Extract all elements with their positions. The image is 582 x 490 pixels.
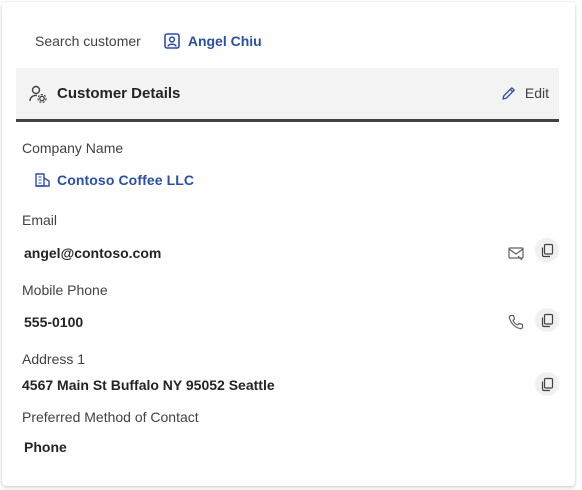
section-header: Customer Details Edit <box>16 68 559 122</box>
copy-icon <box>541 313 553 327</box>
company-link[interactable]: Contoso Coffee LLC <box>34 171 194 188</box>
preferred-contact-label: Preferred Method of Contact <box>22 409 199 425</box>
copy-icon <box>541 243 553 257</box>
preferred-contact-value: Phone <box>24 439 67 455</box>
customer-name: Angel Chiu <box>187 33 262 49</box>
contact-card-icon <box>164 33 180 49</box>
address-value: 4567 Main St Buffalo NY 95052 Seattle <box>22 377 275 393</box>
search-customer-label: Search customer <box>35 33 141 49</box>
email-label: Email <box>22 212 58 228</box>
pencil-icon <box>502 86 515 100</box>
address-label: Address 1 <box>22 351 86 367</box>
building-icon <box>35 173 50 187</box>
phone-call-icon[interactable] <box>507 313 525 331</box>
section-title: Customer Details <box>57 85 181 102</box>
copy-address-button[interactable] <box>535 372 559 396</box>
email-value: angel@contoso.com <box>24 245 162 261</box>
copy-email-button[interactable] <box>535 238 559 262</box>
company-name-value: Contoso Coffee LLC <box>57 171 195 188</box>
copy-icon <box>541 377 553 391</box>
send-mail-icon[interactable] <box>507 244 525 262</box>
mobile-phone-value: 555-0100 <box>24 314 84 330</box>
mobile-phone-label: Mobile Phone <box>22 282 108 298</box>
edit-label: Edit <box>524 85 549 101</box>
person-settings-icon <box>29 85 47 104</box>
edit-button[interactable]: Edit <box>500 83 549 103</box>
copy-phone-button[interactable] <box>535 308 559 332</box>
company-name-label: Company Name <box>22 140 124 156</box>
customer-link[interactable]: Angel Chiu <box>163 32 262 50</box>
search-row: Search customer Angel Chiu <box>35 30 262 52</box>
